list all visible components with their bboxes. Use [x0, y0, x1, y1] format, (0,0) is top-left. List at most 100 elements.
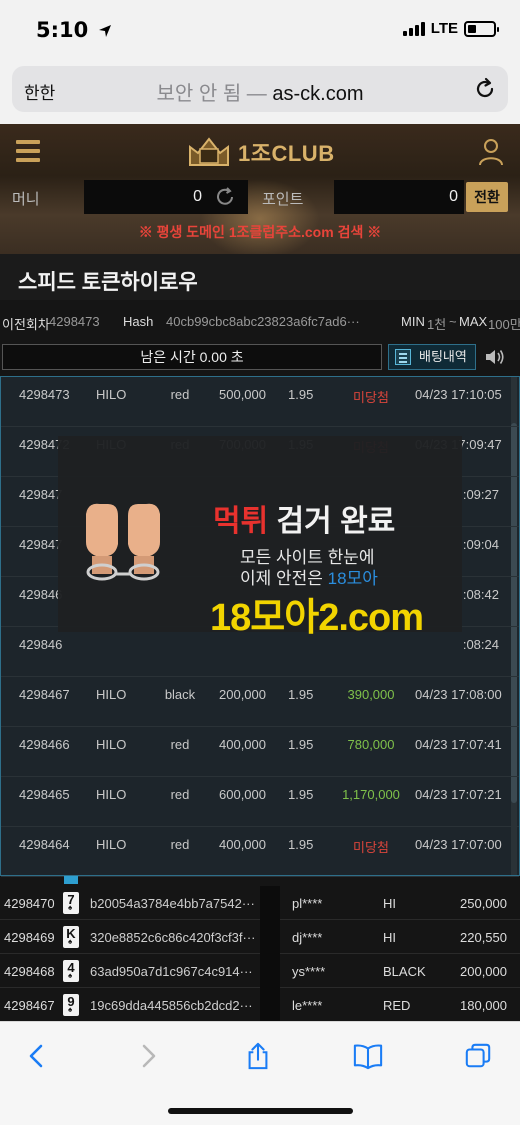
round-row: 4298467 9 19c69dda445856cb2dcd2··· le**** RE… — [0, 988, 520, 1021]
ad-banner[interactable]: 먹튀 검거 완료 모든 사이트 한눈에 이제 안전은 18모아 18모아2.co… — [58, 436, 462, 639]
bettor-name: le**** — [292, 998, 323, 1013]
url-domain: as-ck.com — [272, 83, 364, 105]
money-value: 0 — [193, 188, 202, 205]
bet-id: 4298467 — [19, 687, 70, 702]
bet-pick: red — [170, 737, 190, 752]
bet-game: HILO — [96, 837, 127, 852]
bettor-amount: 220,550 — [460, 930, 507, 945]
max-label: MAX — [459, 314, 488, 329]
bookmarks-icon[interactable] — [353, 1042, 383, 1070]
bet-result: 미당첨 — [353, 390, 389, 405]
address-bar[interactable]: 한한 보안 안 됨 — as-ck.com — [12, 66, 508, 112]
bet-history-button[interactable]: 배팅내역 — [388, 344, 476, 370]
bet-row: 4298466 HILO red 400,000 1.95 780,000 04/23 17… — [1, 727, 519, 777]
bet-result: 1,170,000 — [342, 787, 400, 802]
round-row: 4298469 K 320e8852c6c86c420f3cf3f··· dj****… — [0, 920, 520, 954]
bet-time: :09:04 — [462, 537, 499, 552]
tab-marker — [64, 876, 78, 884]
browser-toolbar — [0, 1021, 520, 1125]
bet-game: HILO — [96, 737, 127, 752]
url-display[interactable]: 보안 안 됨 — as-ck.com — [12, 77, 508, 106]
tabs-icon[interactable] — [463, 1042, 493, 1070]
refresh-icon[interactable] — [214, 186, 236, 208]
timer-row: 남은 시간 0.00 초 배팅내역 — [0, 344, 520, 370]
playing-card-icon: 4 — [63, 960, 79, 984]
round-hash: 63ad950a7d1c967c4c914··· — [90, 964, 253, 979]
ad-headline: 먹튀 검거 완료 — [213, 496, 395, 540]
round-id: 4298468 — [4, 964, 55, 979]
round-row: 4298468 4 63ad950a7d1c967c4c914··· ys**** BL… — [0, 954, 520, 988]
forward-icon[interactable] — [133, 1042, 163, 1070]
money-label: 머니 — [12, 191, 40, 208]
bet-time: :08:24 — [462, 637, 499, 652]
max-value: 100만 — [488, 317, 520, 332]
bet-pick: black — [164, 687, 196, 702]
column-divider — [260, 954, 280, 988]
bettor-amount: 180,000 — [460, 998, 507, 1013]
bet-amount: 400,000 — [219, 837, 266, 852]
user-icon[interactable] — [478, 138, 504, 166]
url-separator: — — [241, 83, 273, 105]
bet-id: 429847 — [19, 537, 63, 552]
bet-row: 4298465 HILO red 600,000 1.95 1,170,000 04/23 … — [1, 777, 519, 827]
bet-id: 429846 — [19, 587, 63, 602]
prev-round-value: 4298473 — [49, 314, 100, 329]
bet-game: HILO — [96, 787, 127, 802]
location-arrow-icon — [98, 25, 111, 37]
domain-notice: ※ 평생 도메인 1조클럽주소.com 검색 ※ — [138, 224, 382, 240]
bet-id: 4298465 — [19, 787, 70, 802]
bettor-name: dj**** — [292, 930, 323, 945]
speaker-icon[interactable] — [484, 347, 506, 367]
reload-icon[interactable] — [472, 76, 498, 102]
insecure-label: 보안 안 됨 — [156, 83, 242, 105]
playing-card-icon: K — [63, 926, 79, 950]
bet-amount: 400,000 — [219, 737, 266, 752]
bet-result: 390,000 — [347, 687, 395, 702]
bet-id: 4298464 — [19, 837, 70, 852]
bet-time: 04/23 17:07:41 — [415, 737, 502, 752]
battery-icon — [464, 20, 499, 37]
bettor-pick: RED — [383, 998, 411, 1013]
bettor-pick: BLACK — [383, 964, 426, 979]
back-icon[interactable] — [22, 1042, 52, 1070]
share-icon[interactable] — [243, 1042, 273, 1070]
bet-result: 780,000 — [347, 737, 395, 752]
network-label: LTE — [430, 20, 458, 37]
round-hash: b20054a3784e4bb7a7542··· — [90, 896, 255, 911]
bet-amount: 200,000 — [219, 687, 266, 702]
bet-time: 04/23 17:10:05 — [415, 387, 502, 402]
bet-result: 미당첨 — [353, 840, 389, 855]
round-id: 4298469 — [4, 930, 55, 945]
money-display: 0 — [84, 180, 248, 214]
bet-odds: 1.95 — [288, 837, 314, 852]
round-id: 4298470 — [4, 896, 55, 911]
bet-row: 4298464 HILO red 400,000 1.95 미당첨 04/23 17:07:… — [1, 827, 519, 877]
prev-round-label: 이전회차 — [2, 317, 50, 332]
hash-value: 40cb99cbc8abc23823a6fc7ad6··· — [166, 314, 360, 329]
round-hash: 320e8852c6c86c420f3cf3f··· — [90, 930, 256, 945]
point-label: 포인트 — [262, 191, 304, 208]
point-value: 0 — [449, 188, 458, 205]
column-divider — [260, 886, 280, 920]
site-logo[interactable]: 1조CLUB — [186, 134, 336, 170]
hamburger-menu-icon[interactable] — [16, 140, 40, 162]
bet-history-label: 배팅내역 — [419, 349, 467, 364]
convert-button[interactable]: 전환 — [466, 182, 508, 212]
bettor-name: pl**** — [292, 896, 323, 911]
playing-card-icon: 7 — [63, 892, 79, 916]
ad-headline-red: 먹튀 — [213, 505, 269, 538]
bet-game: HILO — [96, 687, 127, 702]
column-divider — [260, 988, 280, 1021]
bettor-amount: 200,000 — [460, 964, 507, 979]
playing-card-icon: 9 — [63, 994, 79, 1018]
bet-time: 04/23 17:07:00 — [415, 837, 502, 852]
logo-text: 1조CLUB — [238, 141, 335, 166]
min-label: MIN — [401, 314, 425, 329]
status-indicators: LTE — [402, 20, 499, 37]
bet-game: HILO — [96, 387, 127, 402]
range-tilde: ~ — [449, 314, 457, 329]
round-id: 4298467 — [4, 998, 55, 1013]
bet-id: 429847 — [19, 487, 63, 502]
signal-icon — [402, 21, 425, 36]
bet-row: 4298473 HILO red 500,000 1.95 미당첨 04/23 17:10:… — [1, 377, 519, 427]
